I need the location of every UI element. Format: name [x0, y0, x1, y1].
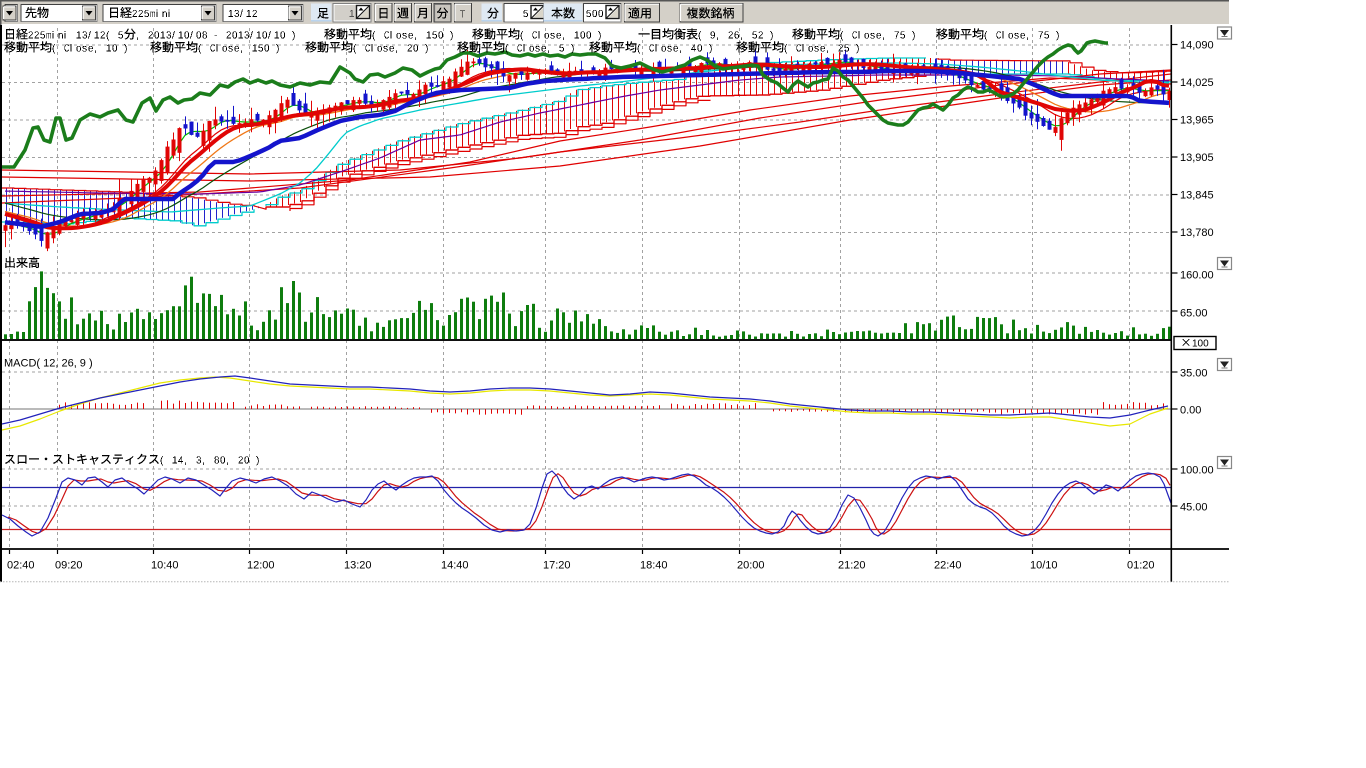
svg-text:20:00: 20:00	[737, 560, 765, 572]
svg-text:160.00: 160.00	[1180, 270, 1214, 282]
svg-text:13,845: 13,845	[1180, 190, 1214, 202]
svg-text:14,090: 14,090	[1180, 40, 1214, 52]
svg-text:13,965: 13,965	[1180, 115, 1214, 127]
svg-text:100.00: 100.00	[1180, 465, 1214, 477]
svg-text:22:40: 22:40	[934, 560, 962, 572]
svg-text:02:40: 02:40	[7, 560, 35, 572]
svg-text:100: 100	[1192, 339, 1209, 350]
svg-text:65.00: 65.00	[1180, 308, 1208, 320]
svg-text:09:20: 09:20	[55, 560, 83, 572]
svg-text:35.00: 35.00	[1180, 368, 1208, 380]
svg-text:18:40: 18:40	[640, 560, 668, 572]
svg-text:01:20: 01:20	[1127, 560, 1155, 572]
svg-text:12:00: 12:00	[247, 560, 275, 572]
svg-text:MACD( 12, 26, 9 ): MACD( 12, 26, 9 )	[4, 358, 93, 370]
svg-text:14:40: 14:40	[441, 560, 469, 572]
svg-text:21:20: 21:20	[838, 560, 866, 572]
svg-text:13:20: 13:20	[344, 560, 372, 572]
svg-text:17:20: 17:20	[543, 560, 571, 572]
svg-text:13,905: 13,905	[1180, 152, 1214, 164]
svg-text:0.00: 0.00	[1180, 405, 1201, 417]
svg-text:14,025: 14,025	[1180, 77, 1214, 89]
svg-text:10/10: 10/10	[1030, 560, 1058, 572]
svg-text:13,780: 13,780	[1180, 227, 1214, 239]
svg-text:10:40: 10:40	[151, 560, 179, 572]
svg-text:45.00: 45.00	[1180, 502, 1208, 514]
